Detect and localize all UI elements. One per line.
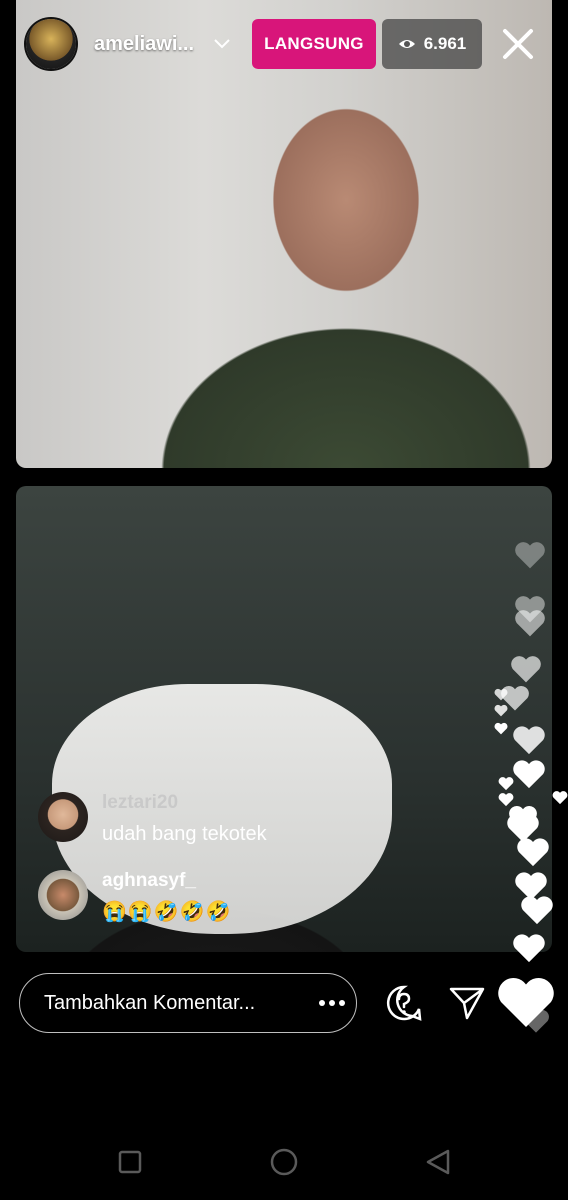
chevron-down-icon[interactable] [212, 33, 232, 53]
comment-avatar[interactable] [38, 792, 88, 842]
comment-input[interactable]: Tambahkan Komentar... [19, 973, 357, 1033]
more-icon[interactable] [316, 990, 348, 1016]
send-icon[interactable] [448, 985, 486, 1021]
comment-text: 😭😭🤣🤣🤣 [102, 901, 232, 923]
back-icon[interactable] [422, 1146, 454, 1178]
comment-avatar[interactable] [38, 870, 88, 920]
comment-placeholder: Tambahkan Komentar... [44, 992, 256, 1014]
recent-apps-icon[interactable] [114, 1146, 146, 1178]
live-label: LANGSUNG [264, 34, 364, 53]
comment-username[interactable]: leztari20 [102, 792, 267, 814]
viewer-count-badge[interactable]: 6.961 [382, 19, 482, 69]
question-icon[interactable] [386, 985, 422, 1021]
host-video-feed [16, 0, 552, 468]
comment-item[interactable]: leztari20 udah bang tekotek [38, 792, 267, 846]
comment-item[interactable]: aghnasyf_ 😭😭🤣🤣🤣 [38, 870, 232, 924]
close-icon[interactable] [496, 22, 540, 66]
live-badge: LANGSUNG [252, 19, 376, 69]
home-icon[interactable] [268, 1146, 300, 1178]
host-avatar[interactable] [26, 19, 76, 69]
comment-text: udah bang tekotek [102, 823, 267, 845]
viewer-count: 6.961 [423, 34, 467, 53]
like-heart-icon[interactable] [496, 974, 556, 1030]
host-username[interactable]: ameliawi... [94, 33, 194, 56]
comment-username[interactable]: aghnasyf_ [102, 870, 232, 892]
eye-icon [398, 40, 415, 48]
heart-icon [552, 791, 568, 805]
